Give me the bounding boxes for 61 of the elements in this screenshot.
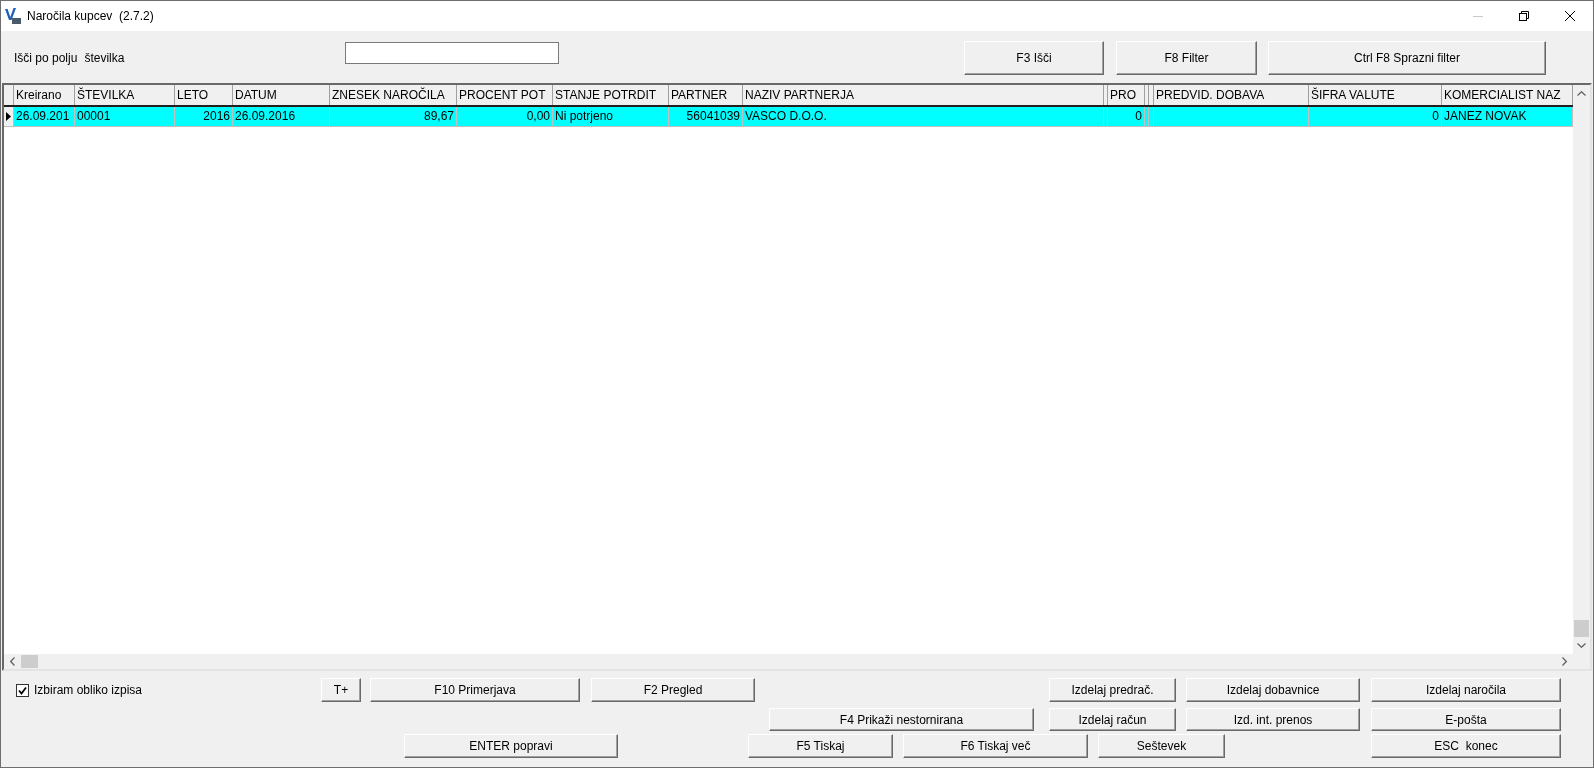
column-header[interactable]: ZNESEK NAROČILA xyxy=(330,85,457,105)
chevron-up-icon[interactable] xyxy=(1577,91,1586,96)
table-cell: 0,00 xyxy=(457,107,553,126)
preview-button[interactable]: F2 Pregled xyxy=(591,678,755,702)
table-row[interactable]: 26.09.201 00001 2016 26.09.2016 89,67 0,00 Ni potrjeno 56041039 VASCO D.O.O. 0 0 JANEZ NOVAK xyxy=(4,107,1573,127)
table-cell: 26.09.2016 xyxy=(233,107,330,126)
show-active-button[interactable]: F4 Prikaži nestornirana xyxy=(769,708,1034,731)
checkbox[interactable] xyxy=(16,683,29,697)
print-button[interactable]: F5 Tiskaj xyxy=(748,734,893,758)
table-cell: VASCO D.O.O. xyxy=(743,107,1104,126)
table-cell: Ni potrjeno xyxy=(553,107,669,126)
internal-transfer-button[interactable]: Izd. int. prenos xyxy=(1186,708,1360,731)
create-proforma-button[interactable]: Izdelaj predrač. xyxy=(1049,678,1176,702)
add-column-button[interactable]: T+ xyxy=(321,678,361,702)
print-more-button[interactable]: F6 Tiskaj več xyxy=(903,734,1088,758)
search-label: Išči po polju xyxy=(14,50,78,66)
column-header[interactable]: PROCENT POT xyxy=(457,85,553,105)
search-field[interactable] xyxy=(345,42,559,64)
checkmark-icon xyxy=(18,685,27,695)
table-cell: 89,67 xyxy=(330,107,457,126)
vertical-scrollbar[interactable] xyxy=(1573,85,1590,654)
compare-button[interactable]: F10 Primerjava xyxy=(370,678,580,702)
search-button[interactable]: F3 Išči xyxy=(964,41,1104,75)
create-orders-button[interactable]: Izdelaj naročila xyxy=(1371,678,1561,702)
table-cell: 0 xyxy=(1309,107,1442,126)
exit-button[interactable]: ESC konec xyxy=(1371,734,1561,758)
checkbox-label[interactable]: Izbiram obliko izpisa xyxy=(34,681,143,699)
column-header[interactable]: PRO xyxy=(1108,85,1145,105)
edit-button[interactable]: ENTER popravi xyxy=(404,734,618,758)
row-pointer-icon xyxy=(6,112,11,121)
column-header[interactable]: STANJE POTRDIT xyxy=(553,85,669,105)
column-header[interactable]: ŠTEVILKA xyxy=(75,85,175,105)
scrollbar-thumb[interactable] xyxy=(1574,620,1589,637)
column-header[interactable]: NAZIV PARTNERJA xyxy=(743,85,1104,105)
window-title: Naročila kupcev (2.7.2) xyxy=(27,8,154,25)
chevron-left-icon[interactable] xyxy=(10,657,15,666)
scrollbar-thumb[interactable] xyxy=(21,655,38,668)
table-cell: 56041039 xyxy=(669,107,743,126)
chevron-down-icon[interactable] xyxy=(1577,643,1586,648)
close-icon xyxy=(1565,11,1575,21)
email-button[interactable]: E-pošta xyxy=(1371,708,1561,731)
chevron-right-icon[interactable] xyxy=(1562,657,1567,666)
column-header[interactable]: Kreirano xyxy=(14,85,75,105)
table-cell: 00001 xyxy=(75,107,175,126)
column-header[interactable]: DATUM xyxy=(233,85,330,105)
column-header[interactable]: PREDVID. DOBAVA xyxy=(1154,85,1309,105)
filter-button[interactable]: F8 Filter xyxy=(1116,41,1257,75)
app-logo-icon xyxy=(5,8,21,24)
create-delivery-notes-button[interactable]: Izdelaj dobavnice xyxy=(1186,678,1360,702)
column-header[interactable]: ŠIFRA VALUTE xyxy=(1309,85,1442,105)
clear-filter-button[interactable]: Ctrl F8 Sprazni filter xyxy=(1268,41,1546,75)
horizontal-scrollbar[interactable] xyxy=(4,654,1590,669)
table-cell: 0 xyxy=(1108,107,1145,126)
table-cell: 2016 xyxy=(175,107,233,126)
total-button[interactable]: Seštevek xyxy=(1098,734,1225,758)
create-invoice-button[interactable]: Izdelaj račun xyxy=(1049,708,1176,731)
search-field-name: številka xyxy=(84,50,125,66)
column-header[interactable]: LETO xyxy=(175,85,233,105)
column-header[interactable]: PARTNER xyxy=(669,85,743,105)
restore-icon xyxy=(1519,11,1529,21)
table-cell: 26.09.201 xyxy=(14,107,75,126)
